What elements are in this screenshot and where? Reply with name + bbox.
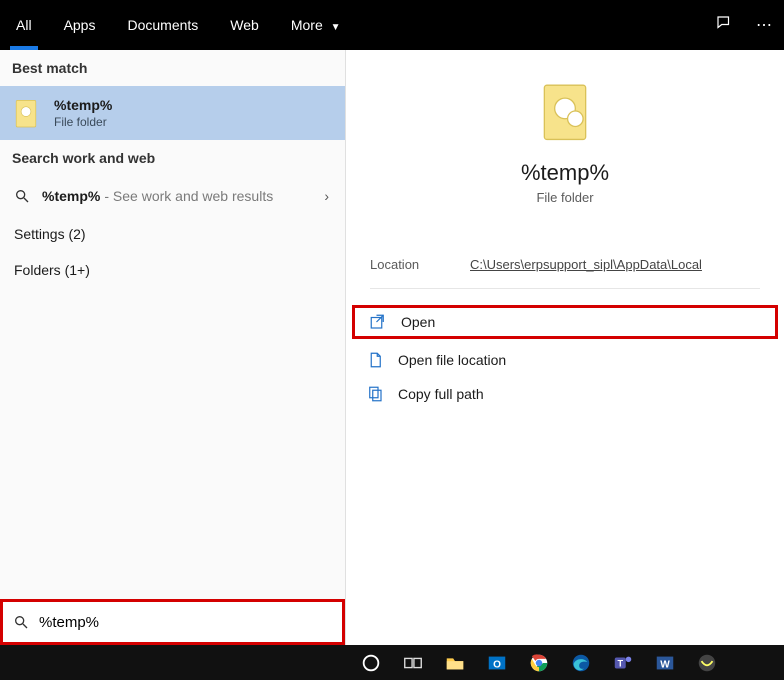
settings-group[interactable]: Settings (2) [0,216,345,252]
best-match-result[interactable]: %temp% File folder [0,86,345,140]
taskbar-teams[interactable]: T [603,648,643,678]
search-input[interactable] [39,614,332,631]
chevron-down-icon: ▼ [331,22,341,33]
tab-all[interactable]: All [0,0,48,50]
more-options-icon[interactable]: ⋯ [744,15,784,35]
chevron-right-icon: › [324,188,329,204]
web-query-text: %temp% [42,188,100,204]
taskbar-taskview[interactable] [393,648,433,678]
svg-text:O: O [493,659,501,670]
folder-icon [12,96,40,130]
taskbar-left-bg [0,645,345,680]
best-match-subtitle: File folder [54,115,112,129]
tab-more-label: More [291,17,323,33]
action-copy-path[interactable]: Copy full path [346,377,784,411]
open-icon [369,313,387,331]
search-icon [13,614,29,630]
location-path[interactable]: C:\Users\erpsupport_sipl\AppData\Local [470,257,702,272]
best-match-label: Best match [0,50,345,86]
tab-more[interactable]: More ▼ [275,0,357,50]
search-icon [14,188,30,204]
svg-text:W: W [660,659,670,670]
search-web-label: Search work and web [0,140,345,176]
start-search-box[interactable] [0,599,345,645]
folder-icon [538,80,592,142]
tab-documents[interactable]: Documents [111,0,214,50]
feedback-icon[interactable] [704,14,744,37]
file-location-icon [366,351,384,369]
preview-title: %temp% [521,160,609,186]
taskbar-cortana[interactable] [351,648,391,678]
tab-apps[interactable]: Apps [48,0,112,50]
svg-text:T: T [617,658,623,668]
taskbar-outlook[interactable]: O [477,648,517,678]
action-open-location-label: Open file location [398,352,506,368]
copy-icon [366,385,384,403]
best-match-title: %temp% [54,97,112,113]
taskbar-word[interactable]: W [645,648,685,678]
action-open-location[interactable]: Open file location [346,343,784,377]
preview-subtitle: File folder [536,190,593,205]
tab-web[interactable]: Web [214,0,275,50]
web-search-suggestion[interactable]: %temp% - See work and web results › [0,176,345,216]
location-label: Location [370,257,470,272]
taskbar-file-explorer[interactable] [435,648,475,678]
taskbar-chrome[interactable] [519,648,559,678]
action-open[interactable]: Open [352,305,778,339]
taskbar-snip[interactable] [687,648,727,678]
folders-group[interactable]: Folders (1+) [0,252,345,288]
action-copy-path-label: Copy full path [398,386,484,402]
taskbar-edge[interactable] [561,648,601,678]
taskbar: O T W [345,645,784,680]
action-open-label: Open [401,314,435,330]
results-panel: Best match %temp% File folder Search wor… [0,50,345,645]
search-scope-tabs: All Apps Documents Web More ▼ ⋯ [0,0,784,50]
location-row: Location C:\Users\erpsupport_sipl\AppDat… [370,257,760,289]
web-query-hint: - See work and web results [104,188,273,204]
preview-panel: %temp% File folder Location C:\Users\erp… [345,50,784,645]
